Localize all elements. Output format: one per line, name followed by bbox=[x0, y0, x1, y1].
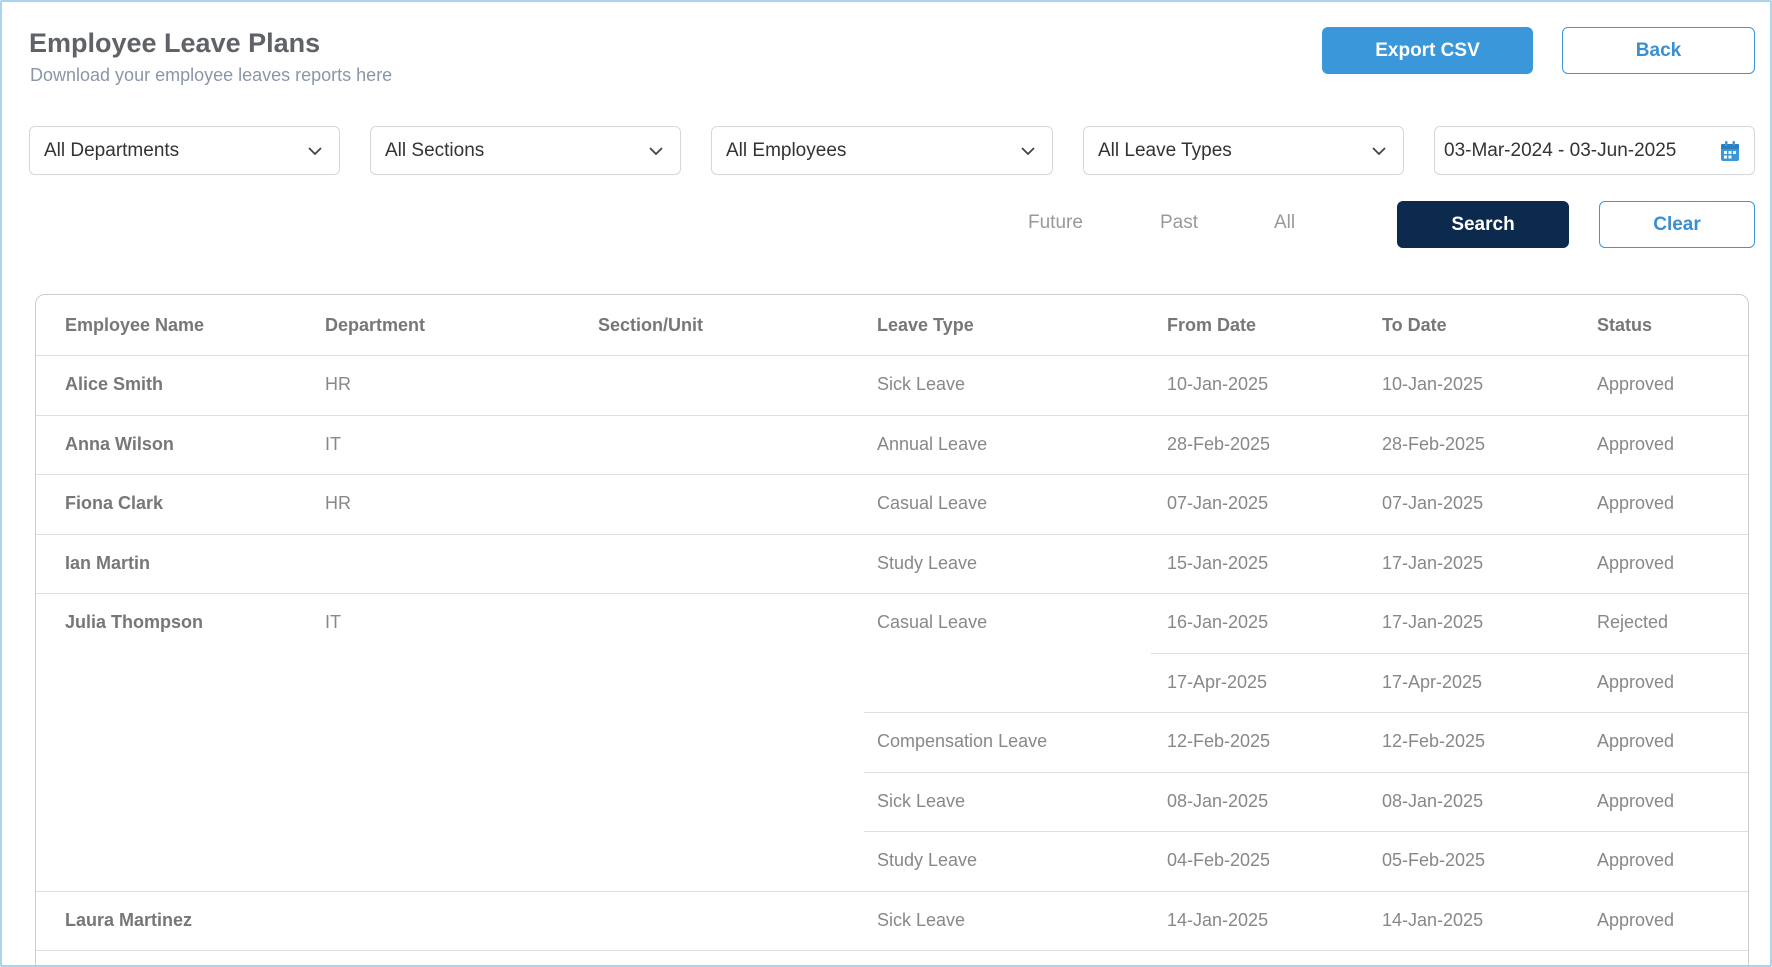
section-select[interactable]: All Sections bbox=[370, 126, 681, 175]
from-date-cell: 12-Feb-2025 bbox=[1167, 731, 1271, 751]
from-date-cell: 16-Jan-2025 bbox=[1167, 612, 1269, 632]
column-header-department[interactable]: Department bbox=[325, 295, 425, 355]
employee-name-cell: Ian Martin bbox=[65, 552, 151, 573]
app-frame: Employee Leave Plans Download your emplo… bbox=[0, 0, 1772, 967]
from-date-cell: 07-Jan-2025 bbox=[1167, 493, 1269, 513]
chevron-down-icon bbox=[1021, 147, 1035, 156]
to-date-cell: 08-Jan-2025 bbox=[1382, 790, 1484, 811]
column-header-status[interactable]: Status bbox=[1597, 295, 1652, 355]
status-cell: Approved bbox=[1597, 790, 1675, 811]
department-cell: HR bbox=[325, 374, 351, 394]
department-cell: IT bbox=[325, 433, 341, 454]
chevron-down-icon bbox=[308, 147, 322, 156]
from-date-cell: 17-Apr-2025 bbox=[1167, 671, 1268, 692]
to-date-cell: 17-Jan-2025 bbox=[1382, 612, 1484, 632]
leave-type-cell: Study Leave bbox=[877, 552, 978, 573]
back-button[interactable]: Back bbox=[1562, 27, 1755, 74]
status-cell: Approved bbox=[1597, 731, 1675, 751]
radio-past-label: Past bbox=[1160, 212, 1199, 233]
column-header-section[interactable]: Section/Unit bbox=[598, 295, 703, 355]
to-date-cell: 12-Feb-2025 bbox=[1382, 731, 1486, 751]
radio-all-label: All bbox=[1274, 212, 1296, 233]
leave-type-cell: Sick Leave bbox=[877, 909, 966, 930]
radio-all[interactable]: All bbox=[1274, 212, 1295, 234]
to-date-cell: 17-Jan-2025 bbox=[1382, 552, 1484, 573]
search-button[interactable]: Search bbox=[1397, 201, 1569, 248]
to-date-cell: 10-Jan-2025 bbox=[1382, 374, 1484, 394]
date-range-value: 03-Mar-2024 - 03-Jun-2025 bbox=[1444, 139, 1677, 161]
radio-past[interactable]: Past bbox=[1160, 212, 1198, 234]
to-date-cell: 17-Apr-2025 bbox=[1382, 671, 1483, 692]
leave-type-select[interactable]: All Leave Types bbox=[1083, 126, 1404, 175]
radio-future-label: Future bbox=[1028, 212, 1083, 233]
status-cell: Approved bbox=[1597, 374, 1675, 394]
calendar-icon bbox=[1721, 141, 1739, 161]
leave-type-cell: Sick Leave bbox=[877, 790, 966, 811]
from-date-cell: 14-Jan-2025 bbox=[1167, 909, 1269, 930]
from-date-cell: 08-Jan-2025 bbox=[1167, 790, 1269, 811]
employee-name-cell: Julia Thompson bbox=[65, 612, 204, 632]
department-cell: IT bbox=[325, 612, 341, 632]
status-cell: Approved bbox=[1597, 552, 1675, 573]
date-range-picker[interactable]: 03-Mar-2024 - 03-Jun-2025 bbox=[1434, 126, 1755, 175]
from-date-cell: 10-Jan-2025 bbox=[1167, 374, 1269, 394]
leave-type-select-value: All Leave Types bbox=[1098, 139, 1232, 161]
status-cell: Approved bbox=[1597, 850, 1675, 870]
status-cell: Approved bbox=[1597, 909, 1675, 930]
column-header-to-date[interactable]: To Date bbox=[1382, 295, 1447, 355]
from-date-cell: 28-Feb-2025 bbox=[1167, 433, 1271, 454]
page-title: Employee Leave Plans bbox=[29, 28, 321, 58]
page-subtitle: Download your employee leaves reports he… bbox=[30, 65, 393, 85]
clear-button[interactable]: Clear bbox=[1599, 201, 1755, 248]
department-cell: HR bbox=[325, 493, 351, 513]
to-date-cell: 05-Feb-2025 bbox=[1382, 850, 1486, 870]
to-date-cell: 07-Jan-2025 bbox=[1382, 493, 1484, 513]
employee-name-cell: Alice Smith bbox=[65, 374, 164, 394]
status-cell: Approved bbox=[1597, 671, 1675, 692]
department-select[interactable]: All Departments bbox=[29, 126, 340, 175]
column-header-employee[interactable]: Employee Name bbox=[65, 295, 204, 355]
employee-name-cell: Anna Wilson bbox=[65, 433, 174, 454]
column-header-leave-type[interactable]: Leave Type bbox=[877, 295, 974, 355]
export-csv-button[interactable]: Export CSV bbox=[1322, 27, 1533, 74]
leave-type-cell: Study Leave bbox=[877, 850, 978, 870]
chevron-down-icon bbox=[1372, 147, 1386, 156]
from-date-cell: 04-Feb-2025 bbox=[1167, 850, 1271, 870]
leave-type-cell: Compensation Leave bbox=[877, 731, 1048, 751]
status-cell: Approved bbox=[1597, 493, 1675, 513]
radio-future[interactable]: Future bbox=[1028, 212, 1083, 234]
status-cell: Rejected bbox=[1597, 612, 1669, 632]
leave-type-cell: Casual Leave bbox=[877, 612, 988, 632]
row-divider bbox=[36, 950, 1748, 951]
to-date-cell: 14-Jan-2025 bbox=[1382, 909, 1484, 930]
employee-select[interactable]: All Employees bbox=[711, 126, 1053, 175]
employee-select-value: All Employees bbox=[726, 139, 847, 161]
leave-type-cell: Annual Leave bbox=[877, 433, 988, 454]
employee-name-cell: Fiona Clark bbox=[65, 493, 164, 513]
to-date-cell: 28-Feb-2025 bbox=[1382, 433, 1486, 454]
leave-type-cell: Sick Leave bbox=[877, 374, 966, 394]
column-header-from-date[interactable]: From Date bbox=[1167, 295, 1256, 355]
from-date-cell: 15-Jan-2025 bbox=[1167, 552, 1269, 573]
department-select-value: All Departments bbox=[44, 139, 180, 161]
leave-type-cell: Casual Leave bbox=[877, 493, 988, 513]
leave-table: Employee Name Department Section/Unit Le… bbox=[35, 294, 1749, 965]
employee-name-cell: Laura Martinez bbox=[65, 909, 193, 930]
section-select-value: All Sections bbox=[385, 139, 485, 161]
chevron-down-icon bbox=[649, 147, 663, 156]
status-cell: Approved bbox=[1597, 433, 1675, 454]
